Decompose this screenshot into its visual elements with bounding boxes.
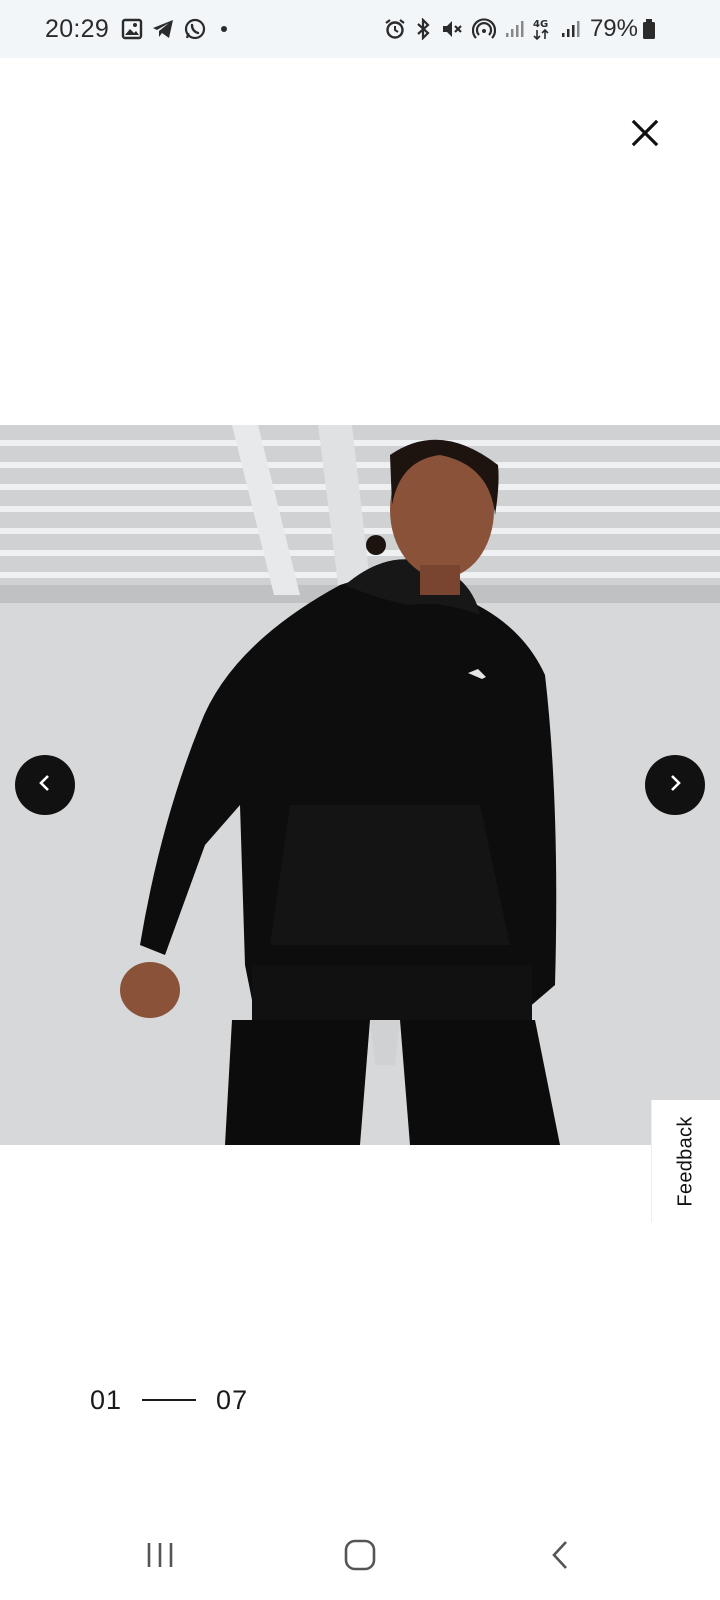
telegram-icon: [151, 18, 175, 40]
image-pagination: 01 07: [90, 1383, 248, 1417]
svg-text:4G: 4G: [533, 19, 548, 30]
product-image[interactable]: [0, 425, 720, 1145]
status-bar-right: 4G 79%: [384, 15, 664, 43]
pagination-total: 07: [216, 1384, 249, 1415]
pagination-current: 01: [90, 1384, 123, 1415]
signal-icon: [560, 19, 580, 39]
signal-icon: [504, 19, 524, 39]
carousel-next-button[interactable]: [645, 755, 705, 815]
recents-icon: [145, 1541, 175, 1574]
status-bar-left: 20:29: [45, 14, 228, 44]
carousel-prev-button[interactable]: [15, 755, 75, 815]
close-icon: [631, 119, 659, 152]
screen: 20:29 4G 79% Feedback 01 07: [0, 0, 720, 1600]
alarm-icon: [384, 18, 406, 40]
whatsapp-icon: [183, 17, 207, 41]
hotspot-icon: [471, 18, 496, 40]
bluetooth-icon: [414, 18, 432, 40]
dot-icon: [221, 26, 228, 32]
pagination-divider: [142, 1399, 197, 1401]
home-button[interactable]: [320, 1528, 400, 1588]
mute-icon: [440, 18, 464, 40]
back-icon: [550, 1540, 570, 1575]
battery-percent: 79%: [589, 15, 638, 42]
network-4g-icon: 4G: [532, 17, 552, 41]
feedback-tab[interactable]: Feedback: [651, 1100, 720, 1222]
status-bar: 20:29 4G 79%: [0, 0, 720, 58]
chevron-right-icon: [667, 774, 683, 797]
system-nav-bar: [0, 1515, 720, 1600]
gallery-icon: [121, 18, 143, 40]
home-icon: [344, 1539, 376, 1576]
feedback-label: Feedback: [675, 1115, 698, 1207]
close-button[interactable]: [622, 112, 668, 158]
back-button[interactable]: [520, 1528, 600, 1588]
battery-icon: [642, 18, 656, 40]
product-photo: [0, 425, 720, 1145]
chevron-left-icon: [37, 774, 53, 797]
status-time: 20:29: [45, 14, 110, 43]
recents-button[interactable]: [120, 1528, 200, 1588]
